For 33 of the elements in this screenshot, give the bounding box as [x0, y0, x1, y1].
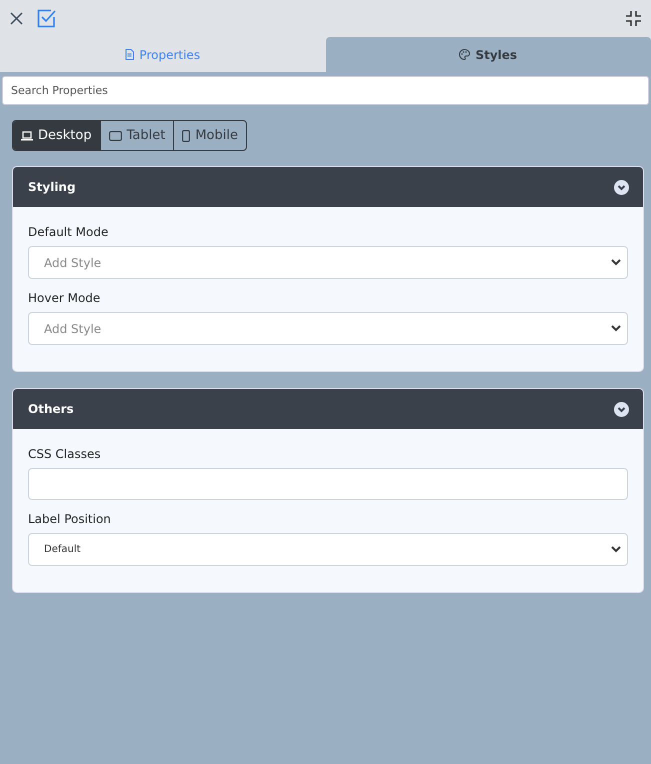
select-field[interactable]: Add Style	[28, 312, 628, 345]
document-icon	[125, 49, 134, 60]
section-header[interactable]: Styling	[13, 167, 643, 207]
chevron-down-icon	[611, 325, 621, 332]
tablet-icon	[108, 130, 122, 140]
palette-icon	[459, 49, 470, 60]
section-title: Others	[28, 402, 74, 416]
chevron-circle-icon	[614, 180, 629, 194]
search-field[interactable]: Search Properties	[2, 76, 649, 105]
laptop-icon	[21, 130, 33, 140]
field-label: Label Position	[28, 512, 112, 526]
section-title: Styling	[28, 180, 76, 194]
field-label: CSS Classes	[28, 447, 102, 461]
chevron-circle-icon	[614, 402, 629, 416]
select-field[interactable]: Add Style	[28, 246, 628, 279]
field-label: Default Mode	[28, 225, 110, 239]
field-label: Hover Mode	[28, 291, 102, 305]
close-button[interactable]	[10, 12, 23, 25]
checkbox-icon	[37, 9, 56, 28]
input-field[interactable]	[28, 468, 628, 500]
close-icon	[10, 12, 23, 25]
device-button[interactable]: Mobile	[173, 121, 246, 150]
chevron-down-icon	[611, 546, 621, 553]
select-field[interactable]: Default	[28, 533, 628, 566]
collapse-button[interactable]	[626, 11, 641, 26]
phone-icon	[182, 130, 190, 142]
collapse-icon	[626, 11, 641, 26]
apply-button[interactable]	[37, 9, 56, 28]
tab[interactable]: Styles	[326, 37, 651, 72]
chevron-down-icon	[611, 259, 621, 266]
section-header[interactable]: Others	[13, 389, 643, 429]
device-button[interactable]: Desktop	[13, 121, 100, 150]
device-button[interactable]: Tablet	[100, 121, 174, 150]
